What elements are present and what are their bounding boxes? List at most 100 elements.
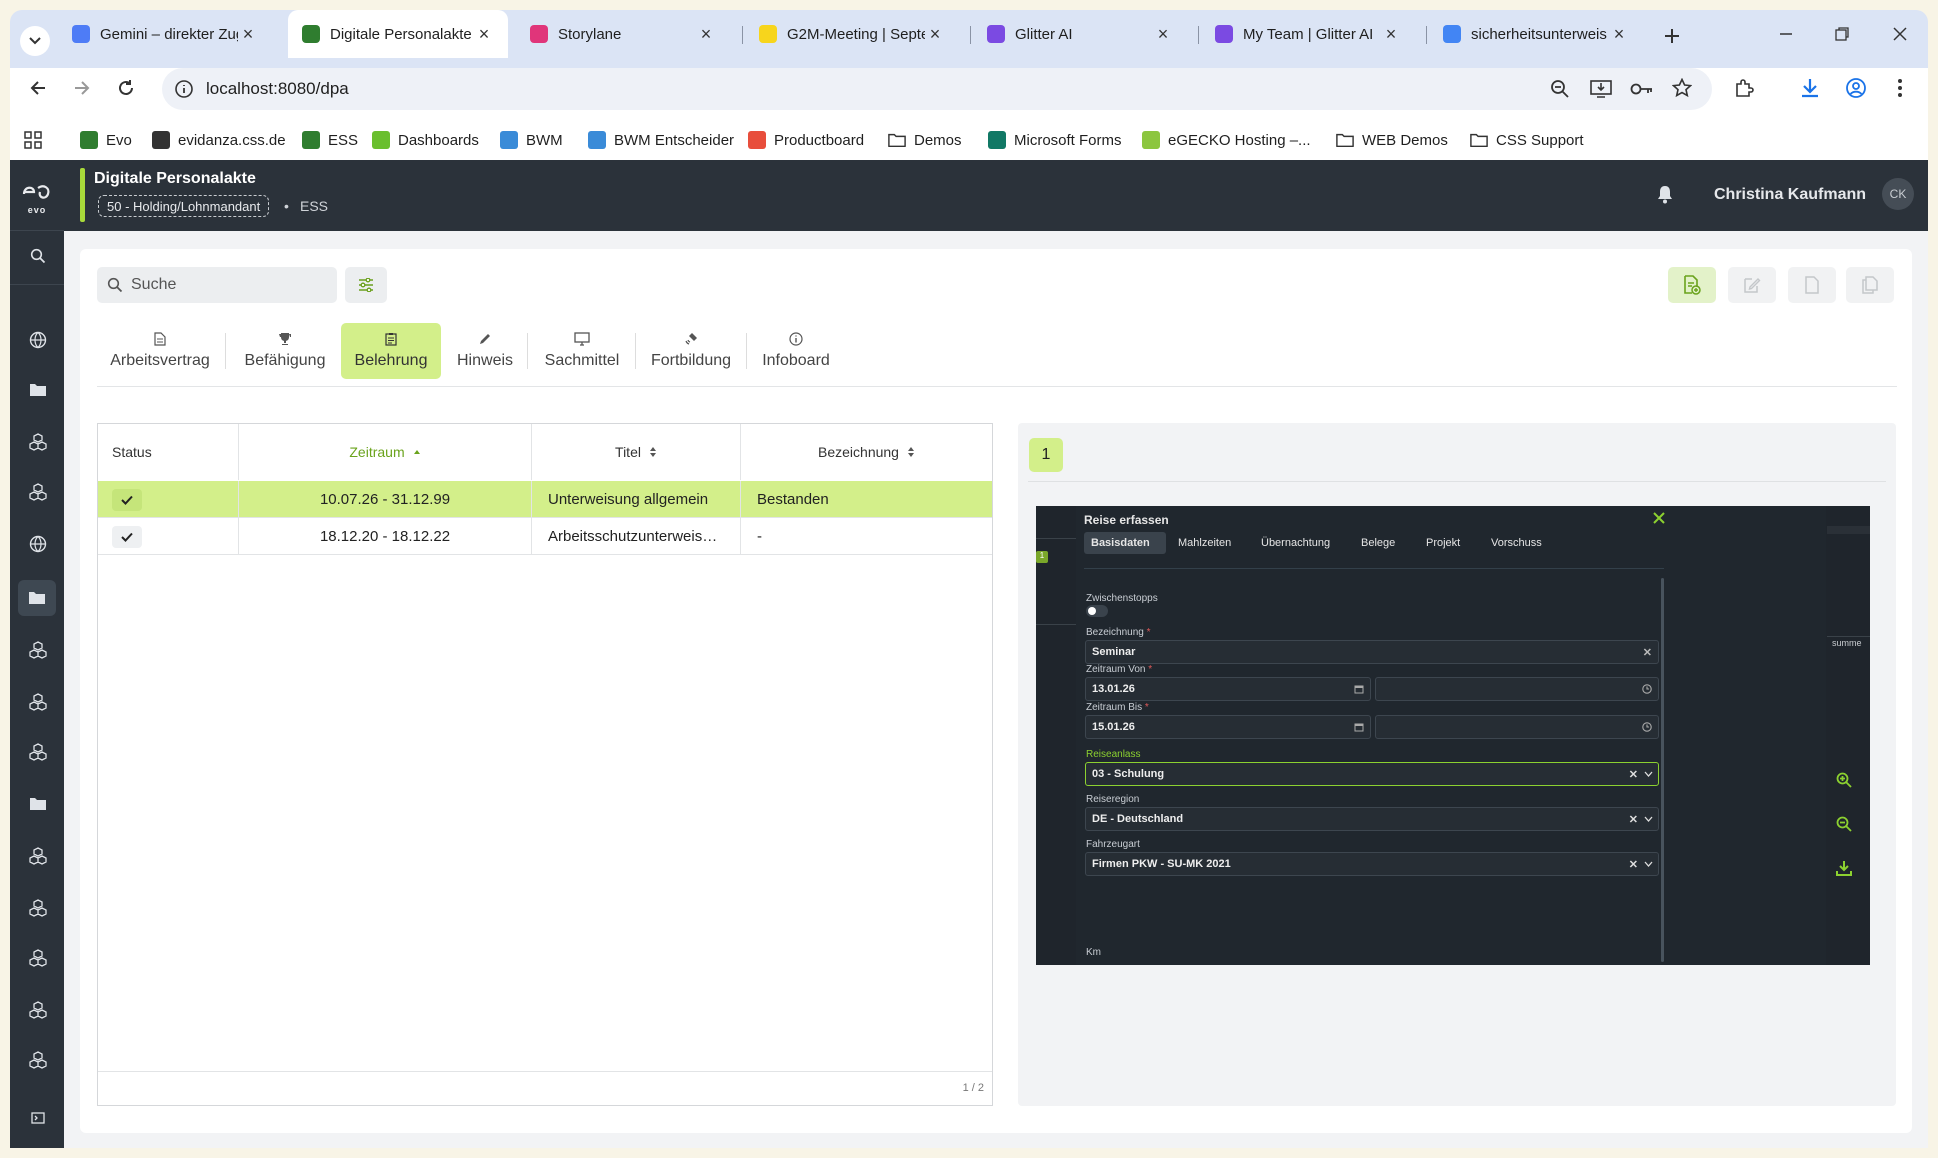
close-tab-icon[interactable]: × (1381, 24, 1401, 45)
clear-icon[interactable]: ✕ (1643, 646, 1652, 659)
tab-search-button[interactable] (20, 26, 50, 56)
dialog-tab[interactable]: Basisdaten (1084, 532, 1166, 554)
bookmark-item[interactable]: BWM Entscheider (588, 120, 734, 160)
dialog-tab[interactable]: Belege (1354, 532, 1412, 554)
browser-tab[interactable]: sicherheitsunterweis × (1429, 10, 1643, 58)
sidebar-modules-icon[interactable] (26, 430, 50, 454)
column-header-bezeichnung[interactable]: Bezeichnung (741, 424, 992, 480)
column-header-zeitraum[interactable]: Zeitraum (239, 424, 532, 480)
new-tab-button[interactable] (1658, 22, 1686, 50)
zeitraum-von-time-field[interactable] (1375, 677, 1659, 701)
close-window-button[interactable] (1886, 20, 1914, 48)
close-tab-icon[interactable]: × (925, 24, 945, 45)
minimize-window-button[interactable] (1772, 20, 1800, 48)
copy-document-button[interactable] (1846, 267, 1894, 303)
reiseanlass-select[interactable]: 03 - Schulung ✕ (1085, 762, 1659, 786)
back-button[interactable] (24, 74, 52, 102)
sidebar-modules-icon[interactable] (26, 740, 50, 764)
dialog-tab[interactable]: Mahlzeiten (1171, 532, 1247, 554)
sidebar-modules-icon[interactable] (26, 998, 50, 1022)
zeitraum-von-date-field[interactable]: 13.01.26 (1085, 677, 1371, 701)
browser-tab[interactable]: Storylane × (516, 10, 730, 58)
dialog-scrollbar[interactable] (1661, 578, 1664, 962)
restore-window-button[interactable] (1828, 20, 1856, 48)
browser-tab[interactable]: Digitale Personalakte × (288, 10, 508, 58)
bookmark-item[interactable]: Demos (888, 120, 962, 160)
clock-icon[interactable] (1642, 722, 1652, 732)
apps-grid-icon[interactable] (24, 131, 42, 149)
tab-arbeitsvertrag[interactable]: Arbeitsvertrag (97, 323, 223, 379)
profile-button[interactable] (1842, 74, 1870, 102)
chevron-down-icon[interactable] (1644, 861, 1653, 867)
sidebar-collapse-icon[interactable] (26, 1106, 50, 1130)
bookmark-item[interactable]: Productboard (748, 120, 864, 160)
dialog-tab[interactable]: Vorschuss (1484, 532, 1558, 554)
forward-button[interactable] (68, 74, 96, 102)
browser-tab[interactable]: Gemini – direkter Zug × (58, 10, 272, 58)
close-tab-icon[interactable]: × (696, 24, 716, 45)
zoom-in-icon[interactable] (1836, 772, 1852, 788)
close-tab-icon[interactable]: × (238, 24, 258, 45)
tab-sachmittel[interactable]: Sachmittel (531, 323, 633, 379)
tab-hinweis[interactable]: Hinweis (445, 323, 525, 379)
column-header-status[interactable]: Status (98, 424, 239, 480)
search-field[interactable]: Suche (97, 267, 337, 303)
tab-befhigung[interactable]: Befähigung (230, 323, 340, 379)
tab-infoboard[interactable]: Infoboard (750, 323, 842, 379)
sidebar-modules-icon[interactable] (26, 844, 50, 868)
clear-icon[interactable]: ✕ (1629, 813, 1638, 826)
notifications-bell-icon[interactable] (1656, 184, 1674, 204)
calendar-icon[interactable] (1354, 684, 1364, 694)
bookmark-item[interactable]: BWM (500, 120, 563, 160)
sidebar-modules-icon[interactable] (26, 896, 50, 920)
close-tab-icon[interactable]: × (1609, 24, 1629, 45)
reload-button[interactable] (112, 74, 140, 102)
evo-logo[interactable]: evo (18, 182, 56, 215)
bookmark-item[interactable]: eGECKO Hosting –... (1142, 120, 1311, 160)
downloads-button[interactable] (1796, 74, 1824, 102)
download-preview-icon[interactable] (1836, 860, 1852, 876)
avatar[interactable]: CK (1882, 178, 1914, 210)
dialog-tab[interactable]: Projekt (1419, 532, 1477, 554)
sidebar-search-icon[interactable] (26, 244, 50, 268)
bookmark-item[interactable]: WEB Demos (1336, 120, 1448, 160)
preview-page-badge[interactable]: 1 (1029, 438, 1063, 472)
sidebar-modules-icon[interactable] (26, 690, 50, 714)
sidebar-modules-icon[interactable] (26, 1048, 50, 1072)
tab-fortbildung[interactable]: Fortbildung (638, 323, 744, 379)
bookmark-item[interactable]: Evo (80, 120, 132, 160)
bookmark-item[interactable]: evidanza.css.de (152, 120, 286, 160)
bookmark-item[interactable]: Dashboards (372, 120, 479, 160)
client-badge[interactable]: 50 - Holding/Lohnmandant (98, 195, 270, 217)
sidebar-modules-icon[interactable] (26, 480, 50, 504)
calendar-icon[interactable] (1354, 722, 1364, 732)
sidebar-folder-icon[interactable] (18, 580, 56, 616)
chevron-down-icon[interactable] (1644, 771, 1653, 777)
password-key-icon[interactable] (1630, 80, 1654, 98)
site-info-icon[interactable] (174, 79, 194, 99)
bookmark-star-icon[interactable] (1672, 78, 1692, 98)
sidebar-folder-icon[interactable] (26, 792, 50, 816)
sidebar-globe-icon[interactable] (26, 532, 50, 556)
column-header-titel[interactable]: Titel (532, 424, 741, 480)
browser-menu-button[interactable] (1886, 74, 1914, 102)
zoom-out-icon[interactable] (1836, 816, 1852, 832)
sidebar-modules-icon[interactable] (26, 638, 50, 662)
reiseregion-select[interactable]: DE - Deutschland ✕ (1085, 807, 1659, 831)
table-row[interactable]: 10.07.26 - 31.12.99 Unterweisung allgemei… (98, 481, 992, 518)
search-input[interactable]: Suche (131, 276, 176, 294)
blank-document-button[interactable] (1788, 267, 1836, 303)
close-tab-icon[interactable]: × (474, 24, 494, 45)
close-tab-icon[interactable]: × (1153, 24, 1173, 45)
chevron-down-icon[interactable] (1644, 816, 1653, 822)
sidebar-folder-icon[interactable] (26, 378, 50, 402)
sidebar-globe-icon[interactable] (26, 328, 50, 352)
install-app-icon[interactable] (1590, 79, 1612, 99)
browser-tab[interactable]: Glitter AI × (973, 10, 1187, 58)
clock-icon[interactable] (1642, 684, 1652, 694)
zeitraum-bis-time-field[interactable] (1375, 715, 1659, 739)
user-name[interactable]: Christina Kaufmann (1714, 186, 1866, 204)
sidebar-modules-icon[interactable] (26, 946, 50, 970)
tab-belehrung[interactable]: Belehrung (341, 323, 441, 379)
bookmark-item[interactable]: ESS (302, 120, 358, 160)
